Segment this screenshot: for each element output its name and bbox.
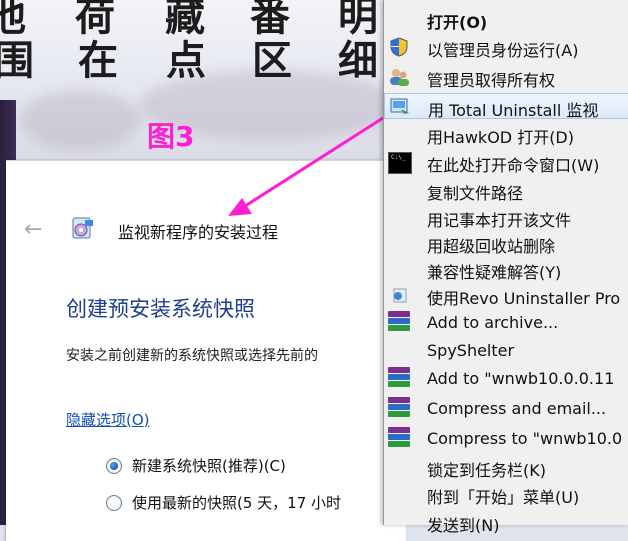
menu-item-recycle-delete[interactable]: 用超级回收站删除	[384, 230, 628, 256]
winrar-icon	[388, 367, 410, 391]
menu-item-add-to-archive[interactable]: Add to archive...	[384, 310, 628, 336]
total-uninstall-icon	[390, 98, 409, 114]
menu-item-take-ownership[interactable]: 管理员取得所有权	[384, 64, 628, 90]
winrar-icon	[388, 427, 410, 451]
cmd-icon	[388, 152, 412, 174]
winrar-icon	[388, 311, 410, 335]
users-icon	[390, 69, 409, 86]
menu-item-compress-to[interactable]: Compress to "wnwb10.0	[384, 426, 628, 452]
menu-item-pin-taskbar[interactable]: 锁定到任务栏(K)	[384, 454, 628, 480]
menu-item-copy-path[interactable]: 复制文件路径	[384, 177, 628, 203]
menu-item-spyshelter[interactable]: SpyShelter	[384, 338, 628, 364]
menu-item-open-cmd[interactable]: 在此处打开命令窗口(W)	[384, 149, 628, 175]
menu-item-hawkod-open[interactable]: 用HawkOD 打开(D)	[384, 121, 628, 147]
menu-item-compress-email[interactable]: Compress and email...	[384, 396, 628, 422]
menu-item-total-uninstall-monitor[interactable]: 用 Total Uninstall 监视	[384, 93, 628, 120]
menu-item-open[interactable]: 打开(O)	[384, 6, 628, 32]
menu-item-compat-troubleshoot[interactable]: 兼容性疑难解答(Y)	[384, 256, 628, 282]
menu-item-revo-uninstaller[interactable]: 使用Revo Uninstaller Pro	[384, 282, 628, 308]
uac-shield-icon	[390, 37, 408, 57]
menu-item-pin-start[interactable]: 附到「开始」菜单(U)	[384, 481, 628, 507]
menu-item-send-to[interactable]: 发送到(N)	[384, 509, 628, 535]
winrar-icon	[388, 397, 410, 421]
menu-item-run-as-admin[interactable]: 以管理员身份运行(A)	[384, 34, 628, 60]
revo-uninstaller-icon	[393, 288, 407, 303]
menu-item-open-notepad[interactable]: 用记事本打开该文件	[384, 204, 628, 230]
menu-item-add-to-rar[interactable]: Add to "wnwb10.0.0.11	[384, 366, 628, 392]
context-menu: 打开(O) 以管理员身份运行(A) 管理员取得所有权 用 Total Unins…	[383, 0, 628, 535]
